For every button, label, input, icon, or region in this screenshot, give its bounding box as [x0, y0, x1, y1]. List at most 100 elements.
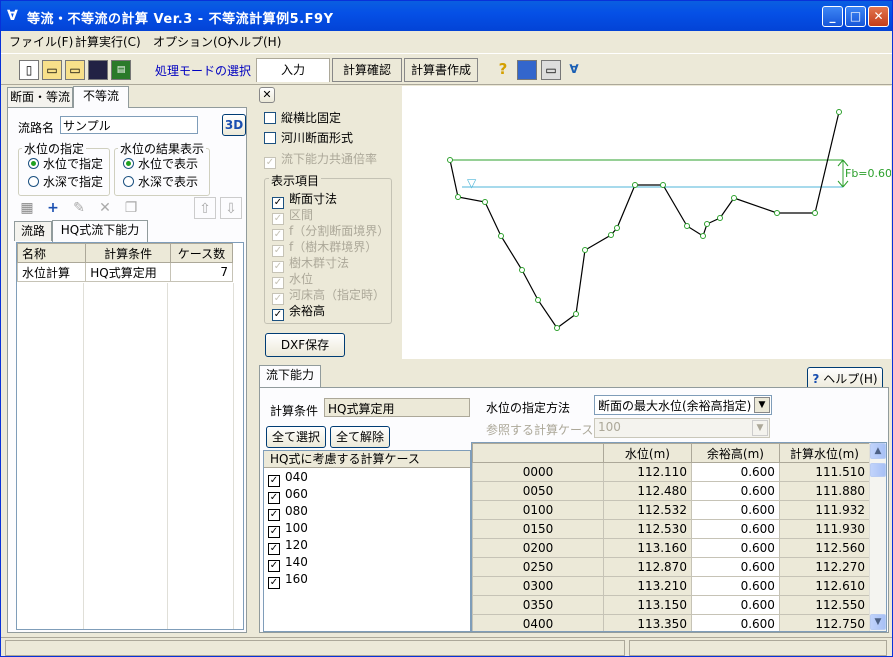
calc-level-cell: 112.550: [778, 595, 871, 615]
freeboard-cell[interactable]: 0.600: [690, 481, 780, 501]
station-cell: 0050: [472, 481, 604, 501]
subtab-hq[interactable]: HQ式流下能力: [52, 220, 148, 242]
mode-input-button[interactable]: 入力: [256, 58, 330, 82]
water-level-marker: ▽: [467, 176, 477, 190]
common-rate-checkbox[interactable]: ✓ 流下能力共通倍率: [264, 150, 377, 169]
case-checkbox[interactable]: ✓ 160: [264, 570, 470, 589]
calc-level-cell: 111.930: [778, 519, 871, 539]
select-all-button[interactable]: 全て選択: [266, 426, 326, 448]
wl-method-label: 水位の指定方法: [486, 401, 571, 415]
case-checkbox[interactable]: ✓ 100: [264, 519, 470, 538]
options-close-button[interactable]: ✕: [259, 87, 275, 103]
fb-label: Fb=0.600: [845, 167, 891, 180]
case-checkbox[interactable]: ✓ 080: [264, 502, 470, 521]
ref-case-select[interactable]: 100 ▼: [594, 418, 770, 438]
scroll-thumb[interactable]: [870, 463, 886, 477]
station-cell: 0350: [472, 595, 604, 615]
menu-help[interactable]: ヘルプ(H): [227, 33, 281, 50]
tab-section-uniform[interactable]: 断面・等流: [7, 87, 73, 107]
help-button-icon: ?: [812, 372, 820, 386]
close-button[interactable]: ✕: [868, 6, 889, 27]
scroll-up-icon[interactable]: ▲: [870, 443, 886, 459]
station-cell: 0100: [472, 500, 604, 520]
case-checkbox[interactable]: ✓ 060: [264, 485, 470, 504]
radio-wl-spec-level[interactable]: 水位で指定: [28, 155, 103, 172]
chevron-down-icon[interactable]: ▼: [752, 420, 768, 436]
subtab-stream[interactable]: 流路: [14, 221, 52, 241]
delete-icon[interactable]: ✕: [94, 197, 116, 219]
mode-report-button[interactable]: 計算書作成: [404, 58, 478, 82]
stream-name-input[interactable]: [60, 116, 198, 134]
dxf-save-button[interactable]: DXF保存: [265, 333, 345, 357]
table-row[interactable]: 0150 112.530 0.600 111.930: [472, 519, 871, 539]
scroll-down-icon[interactable]: ▼: [870, 614, 886, 630]
river-form-checkbox[interactable]: 河川断面形式: [264, 129, 353, 146]
freeboard-cell[interactable]: 0.600: [690, 557, 780, 577]
menu-calc[interactable]: 計算実行(C): [75, 33, 141, 50]
move-up-icon[interactable]: ⇧: [194, 197, 216, 219]
menu-option[interactable]: オプション(O): [153, 33, 232, 50]
chevron-down-icon[interactable]: ▼: [754, 397, 770, 413]
grid-icon[interactable]: ▦: [16, 197, 38, 219]
run-name: 水位計算: [16, 262, 87, 282]
display-items-title: 表示項目: [269, 172, 322, 189]
menu-file[interactable]: ファイル(F): [9, 33, 73, 50]
minimize-button[interactable]: _: [822, 6, 843, 27]
export-icon[interactable]: ▤: [111, 60, 131, 80]
case-checkbox[interactable]: ✓ 120: [264, 536, 470, 555]
freeboard-cell[interactable]: 0.600: [690, 595, 780, 615]
display-item-checkbox[interactable]: ✓ 余裕高: [272, 302, 325, 321]
radio-wl-result-level[interactable]: 水位で表示: [123, 155, 198, 172]
freeboard-cell[interactable]: 0.600: [690, 538, 780, 558]
table-row[interactable]: 0050 112.480 0.600 111.880: [472, 481, 871, 501]
freeboard-cell[interactable]: 0.600: [690, 614, 780, 631]
aspect-checkbox[interactable]: 縦横比固定: [264, 109, 341, 126]
col-name: 名称: [16, 243, 87, 263]
new-file-icon[interactable]: ▯: [19, 60, 39, 80]
vertical-scrollbar[interactable]: ▲ ▼: [869, 443, 886, 631]
table-row[interactable]: 0250 112.870 0.600 112.270: [472, 557, 871, 577]
radio-wl-result-depth[interactable]: 水深で表示: [123, 173, 198, 190]
card-icon[interactable]: ▭: [541, 60, 561, 80]
open-sample-icon[interactable]: ▭: [65, 60, 85, 80]
freeboard-cell[interactable]: 0.600: [690, 519, 780, 539]
table-row[interactable]: 0000 112.110 0.600 111.510: [472, 462, 871, 482]
table-row[interactable]: 0400 113.350 0.600 112.750: [472, 614, 871, 631]
water-level-cell: 112.870: [602, 557, 692, 577]
open-folder-icon[interactable]: ▭: [42, 60, 62, 80]
edit-icon[interactable]: ✎: [68, 197, 90, 219]
maximize-button[interactable]: □: [845, 6, 866, 27]
move-down-icon[interactable]: ⇩: [220, 197, 242, 219]
mode-confirm-button[interactable]: 計算確認: [332, 58, 402, 82]
radio-wl-spec-depth[interactable]: 水深で指定: [28, 173, 103, 190]
level-table: 水位(m) 余裕高(m) 計算水位(m) 0000 112.110 0.600 111…: [472, 443, 871, 631]
water-level-cell: 112.530: [602, 519, 692, 539]
run-condition: HQ式算定用: [85, 262, 171, 282]
book-icon[interactable]: [517, 60, 537, 80]
help-icon[interactable]: ?: [493, 60, 513, 80]
freeboard-cell[interactable]: 0.600: [690, 500, 780, 520]
add-icon[interactable]: +: [42, 197, 64, 219]
status-pane-main: [5, 640, 625, 656]
tab-nonuniform[interactable]: 不等流: [73, 86, 129, 108]
case-checkbox[interactable]: ✓ 040: [264, 468, 470, 487]
deselect-all-button[interactable]: 全て解除: [330, 426, 390, 448]
wl-method-select[interactable]: 断面の最大水位(余裕高指定) ▼: [594, 395, 772, 415]
copy-icon[interactable]: ❐: [120, 197, 142, 219]
case-checkbox[interactable]: ✓ 140: [264, 553, 470, 572]
station-cell: 0400: [472, 614, 604, 631]
station-cell: 0250: [472, 557, 604, 577]
tab-capacity[interactable]: 流下能力: [259, 365, 321, 387]
col-freeboard: 余裕高(m): [690, 443, 780, 463]
table-row[interactable]: 0100 112.532 0.600 111.932: [472, 500, 871, 520]
save-icon[interactable]: [88, 60, 108, 80]
table-row[interactable]: 0300 113.210 0.600 112.610: [472, 576, 871, 596]
freeboard-cell[interactable]: 0.600: [690, 576, 780, 596]
app-logo-icon[interactable]: ∀: [564, 60, 584, 80]
freeboard-cell[interactable]: 0.600: [690, 462, 780, 482]
3d-button[interactable]: 3D: [222, 114, 246, 136]
table-row[interactable]: 0200 113.160 0.600 112.560: [472, 538, 871, 558]
table-row[interactable]: 水位計算 HQ式算定用 7: [16, 262, 234, 282]
table-row[interactable]: 0350 113.150 0.600 112.550: [472, 595, 871, 615]
water-level-cell: 113.160: [602, 538, 692, 558]
